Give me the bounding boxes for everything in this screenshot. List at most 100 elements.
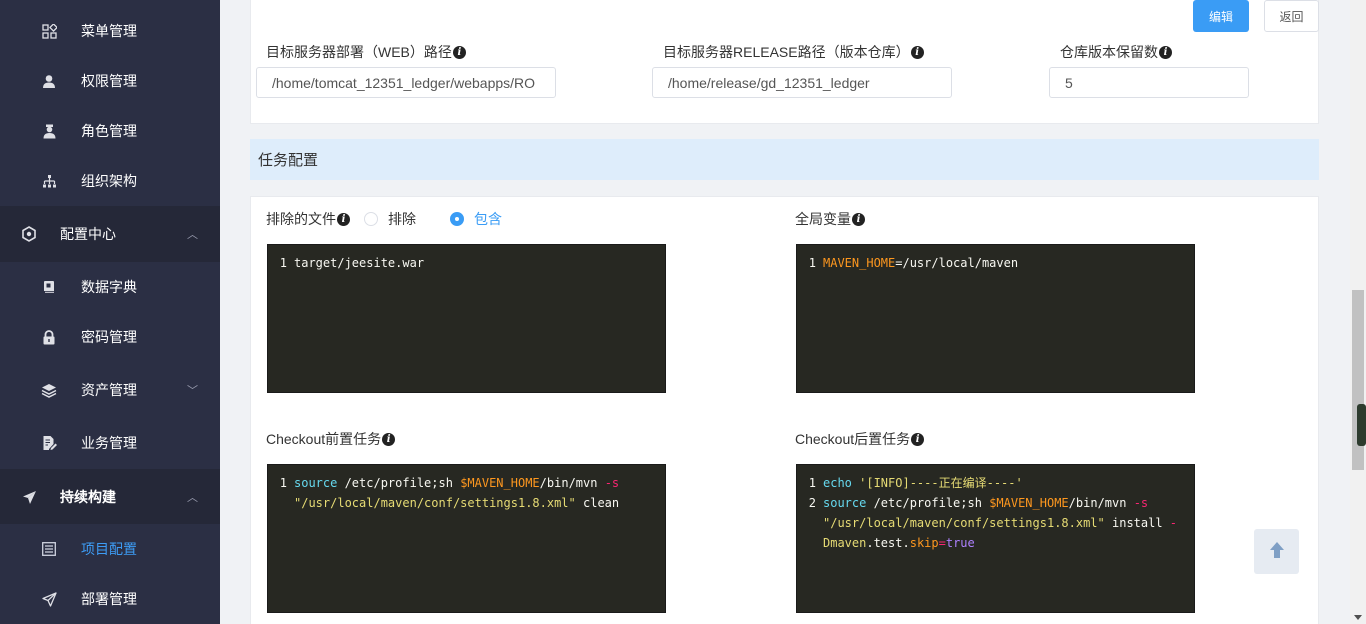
code-text: .test. [866, 536, 910, 550]
chevron-up-icon: ︿ [187, 229, 198, 241]
sidebar-item-label: 部署管理 [81, 591, 137, 607]
release-path-input[interactable]: /home/release/gd_12351_ledger [652, 67, 952, 98]
line-number [797, 533, 823, 553]
sidebar-item-label: 资产管理 [81, 382, 137, 398]
radio-circle [450, 212, 464, 226]
layers-icon [40, 381, 58, 399]
line-number: 1 [808, 256, 816, 270]
sidebar-item-dictionary[interactable]: 数据字典 [0, 262, 220, 312]
code-text: clean [575, 496, 620, 510]
code-text: Dmaven [823, 536, 867, 550]
excluded-files-label-text: 排除的文件 [266, 211, 336, 227]
grid-icon [40, 22, 58, 40]
code-text: install [1104, 516, 1170, 530]
info-icon[interactable]: i [452, 45, 466, 59]
document-edit-icon [40, 434, 58, 452]
code-operator: = [938, 536, 946, 550]
line-number: 1 [279, 476, 287, 490]
radio-include-label: 包含 [474, 211, 502, 227]
code-variable: $MAVEN_HOME [460, 476, 540, 490]
info-icon[interactable]: i [852, 212, 865, 226]
sidebar-item-org[interactable]: 组织架构 [0, 156, 220, 206]
code-keyword: source [294, 476, 338, 490]
info-icon[interactable]: i [911, 432, 925, 446]
code-string: "/usr/local/maven/conf/settings1.8.xml" [294, 496, 576, 510]
excluded-files-label: 排除的文件 i [266, 209, 350, 229]
sidebar-item-password[interactable]: 密码管理 [0, 312, 220, 362]
pre-checkout-editor[interactable]: 1 source /etc/profile;sh $MAVEN_HOME/bin… [267, 464, 666, 613]
back-button[interactable]: 返回 [1264, 0, 1319, 32]
post-checkout-editor[interactable]: 1 echo '[INFO]----正在编译----' 2 source /et… [796, 464, 1195, 613]
code-boolean: true [945, 536, 975, 550]
code-variable: $MAVEN_HOME [989, 496, 1069, 510]
paper-plane-icon [20, 488, 38, 506]
sidebar-item-menu[interactable]: 菜单管理 [0, 6, 220, 56]
sidebar-group-config-center[interactable]: 配置中心 ︿ [0, 206, 220, 262]
line-number [268, 493, 294, 513]
code-text: /bin/mvn [539, 476, 605, 490]
code-text: /etc/profile;sh [866, 496, 990, 510]
release-path-label-text: 目标服务器RELEASE路径（版本仓库） [663, 44, 910, 60]
edit-button[interactable]: 编辑 [1193, 0, 1249, 32]
chevron-down-icon: ﹀ [187, 385, 198, 397]
code-line: "/usr/local/maven/conf/settings1.8.xml" … [268, 493, 665, 513]
pre-checkout-label-text: Checkout前置任务 [266, 431, 382, 447]
list-icon [40, 540, 58, 558]
sidebar-item-label: 持续构建 [60, 489, 116, 505]
main-content: 编辑 返回 目标服务器部署（WEB）路径 i /home/tomcat_12351… [220, 0, 1350, 624]
code-line: 1 echo '[INFO]----正在编译----' [797, 473, 1194, 493]
post-checkout-label: Checkout后置任务 i [795, 429, 925, 449]
task-config-card: 排除的文件 i 排除 包含 1 target/jeesite.war 全局变量 i 1… [250, 196, 1319, 624]
excluded-files-editor[interactable]: 1 target/jeesite.war [267, 244, 666, 393]
code-property: skip [909, 536, 939, 550]
sidebar-item-permission[interactable]: 权限管理 [0, 56, 220, 106]
send-icon [40, 590, 58, 608]
line-number: 2 [808, 496, 816, 510]
code-line: 1 target/jeesite.war [268, 253, 665, 273]
chevron-up-icon: ︿ [187, 492, 198, 504]
drag-handle[interactable] [1357, 404, 1366, 446]
pre-checkout-label: Checkout前置任务 i [266, 429, 396, 449]
user-key-icon [40, 72, 58, 90]
vertical-scrollbar[interactable] [1350, 0, 1366, 624]
web-path-label: 目标服务器部署（WEB）路径 i [266, 42, 466, 62]
sidebar-item-business[interactable]: 业务管理 [0, 418, 220, 468]
code-flag: -s [1133, 496, 1149, 510]
web-path-label-text: 目标服务器部署（WEB）路径 [266, 44, 452, 60]
web-path-input[interactable]: /home/tomcat_12351_ledger/webapps/RO [256, 67, 556, 98]
code-line: 2 source /etc/profile;sh $MAVEN_HOME/bin… [797, 493, 1194, 513]
radio-circle [364, 212, 378, 226]
radio-exclude-label: 排除 [388, 211, 416, 227]
code-keyword: echo [823, 476, 852, 490]
sidebar-item-assets[interactable]: 资产管理 ﹀ [0, 365, 220, 415]
role-icon [40, 122, 58, 140]
code-text: /bin/mvn [1068, 496, 1134, 510]
global-vars-label-text: 全局变量 [795, 211, 851, 227]
info-icon[interactable]: i [910, 45, 924, 59]
sidebar-group-ci[interactable]: 持续构建 ︿ [0, 469, 220, 525]
sidebar-item-project-config[interactable]: 项目配置 [0, 524, 220, 574]
radio-include[interactable]: 包含 [450, 209, 502, 229]
back-to-top-button[interactable] [1254, 529, 1299, 574]
code-line: 1 source /etc/profile;sh $MAVEN_HOME/bin… [268, 473, 665, 493]
code-string: "/usr/local/maven/conf/settings1.8.xml" [823, 516, 1105, 530]
sidebar-item-deploy[interactable]: 部署管理 [0, 574, 220, 624]
line-number: 1 [279, 256, 287, 270]
arrow-up-icon [1269, 541, 1285, 562]
global-vars-editor[interactable]: 1 MAVEN_HOME=/usr/local/maven [796, 244, 1195, 393]
org-tree-icon [40, 172, 58, 190]
info-icon[interactable]: i [337, 212, 350, 226]
code-string: '[INFO]----正在编译----' [851, 476, 1023, 490]
radio-exclude[interactable]: 排除 [364, 209, 416, 229]
code-keyword: source [823, 496, 867, 510]
sidebar-item-role[interactable]: 角色管理 [0, 106, 220, 156]
lock-icon [40, 328, 58, 346]
scroll-down-arrow-icon[interactable] [1354, 615, 1362, 620]
sidebar-item-label: 角色管理 [81, 123, 137, 139]
info-icon[interactable]: i [1159, 45, 1172, 59]
line-number: 1 [808, 476, 816, 490]
release-path-label: 目标服务器RELEASE路径（版本仓库） i [663, 42, 924, 62]
code-text: target/jeesite.war [294, 256, 425, 270]
keep-versions-input[interactable]: 5 [1049, 67, 1249, 98]
info-icon[interactable]: i [382, 432, 396, 446]
